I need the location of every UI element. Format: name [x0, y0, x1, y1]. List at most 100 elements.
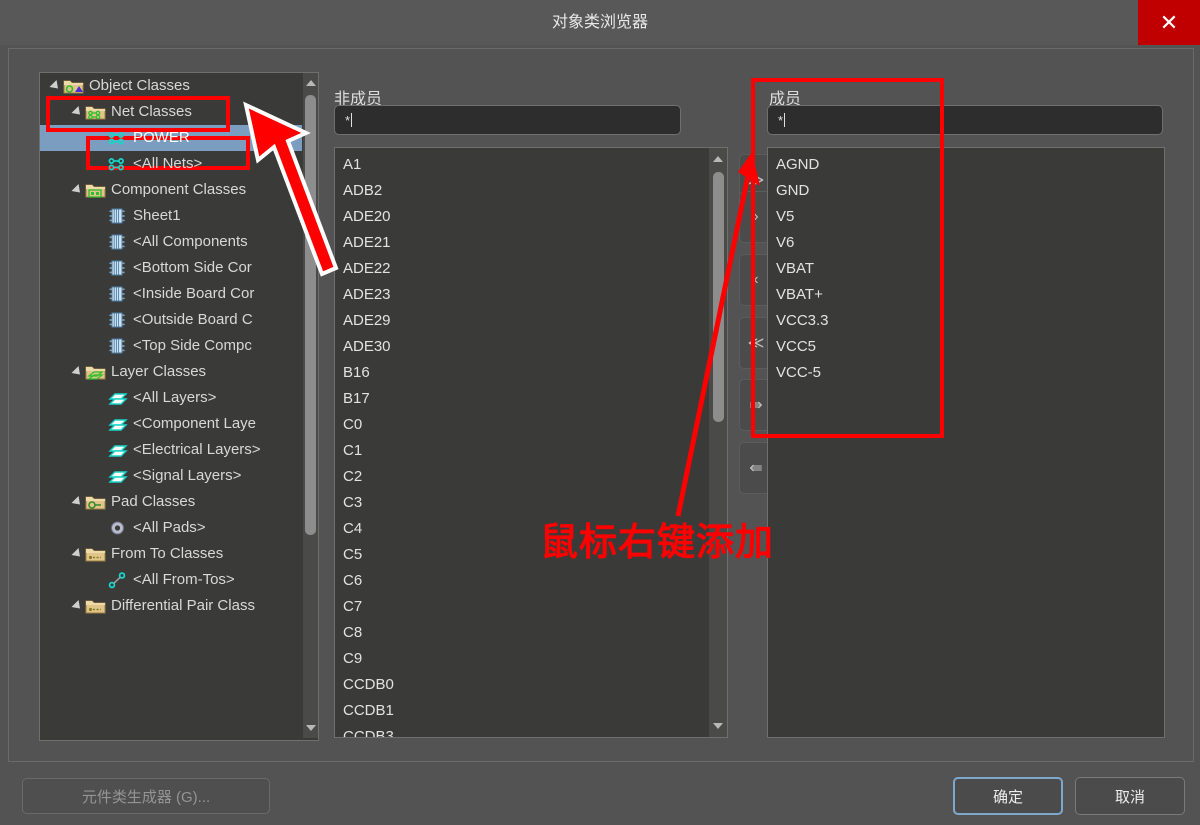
object-class-tree[interactable]: Object Classes Net Classes POWER <All Nets>…	[39, 72, 319, 741]
non-member-list-item[interactable]: B17	[335, 386, 727, 412]
tree-node-label: From To Classes	[111, 545, 224, 562]
tree-node-power[interactable]: POWER	[40, 125, 302, 151]
tree-expander-icon[interactable]	[48, 73, 62, 99]
tree-node-all-from-tos[interactable]: <All From-Tos>	[40, 567, 302, 593]
tree-node-component-laye[interactable]: <Component Laye	[40, 411, 302, 437]
tree-node-object-classes[interactable]: Object Classes	[40, 73, 302, 99]
tree-scrollbar[interactable]	[303, 73, 318, 738]
tree-expander-spacer	[92, 333, 106, 359]
member-list-item[interactable]: V5	[768, 204, 1164, 230]
non-member-list-item[interactable]: ADE30	[335, 334, 727, 360]
member-list-item[interactable]: GND	[768, 178, 1164, 204]
layer-icon	[106, 440, 128, 460]
member-list-item[interactable]: VBAT	[768, 256, 1164, 282]
non-members-scrollbar-thumb[interactable]	[713, 172, 724, 422]
non-member-list-item[interactable]: ADE21	[335, 230, 727, 256]
members-list[interactable]: AGND GND V5 V6 VBAT VBAT+ VCC3.3 VCC5 VCC-5	[767, 147, 1165, 738]
tree-node-label: <Electrical Layers>	[133, 441, 261, 458]
component-icon	[106, 232, 128, 252]
non-member-list-item[interactable]: C0	[335, 412, 727, 438]
tree-node-differential-pair-class[interactable]: Differential Pair Class	[40, 593, 302, 619]
non-member-list-item[interactable]: ADE29	[335, 308, 727, 334]
non-member-list-item[interactable]: ADB2	[335, 178, 727, 204]
tree-node-top-side-compc[interactable]: <Top Side Compc	[40, 333, 302, 359]
object-class-browser-dialog: 对象类浏览器 ✕ Object Classes Net Classes POWER <…	[0, 0, 1200, 825]
non-member-list-item[interactable]: C5	[335, 542, 727, 568]
non-member-list-item[interactable]: C1	[335, 438, 727, 464]
tree-node-sheet1[interactable]: Sheet1	[40, 203, 302, 229]
close-icon[interactable]: ✕	[1138, 0, 1200, 45]
non-member-list-item[interactable]: A1	[335, 152, 727, 178]
non-members-scroll-down-icon[interactable]	[709, 717, 727, 735]
members-filter-input[interactable]: *	[767, 105, 1163, 135]
tree-node-all-nets[interactable]: <All Nets>	[40, 151, 302, 177]
non-member-list-item[interactable]: CCDB0	[335, 672, 727, 698]
non-member-list-item[interactable]: CCDB3	[335, 724, 727, 737]
component-icon	[106, 258, 128, 278]
non-members-filter-input[interactable]: *	[334, 105, 681, 135]
non-member-list-item[interactable]: ADE22	[335, 256, 727, 282]
non-member-list-item[interactable]: C4	[335, 516, 727, 542]
tree-node-pad-classes[interactable]: Pad Classes	[40, 489, 302, 515]
non-member-list-item[interactable]: C3	[335, 490, 727, 516]
folder-diffpair-classes-icon	[84, 596, 106, 616]
non-member-list-item[interactable]: B16	[335, 360, 727, 386]
non-member-list-item[interactable]: ADE23	[335, 282, 727, 308]
net-icon	[106, 154, 128, 174]
tree-node-bottom-side-cor[interactable]: <Bottom Side Cor	[40, 255, 302, 281]
non-member-list-item[interactable]: CCDB1	[335, 698, 727, 724]
component-class-generator-button[interactable]: 元件类生成器 (G)...	[22, 778, 270, 814]
member-list-item[interactable]: VCC3.3	[768, 308, 1164, 334]
tree-node-layer-classes[interactable]: Layer Classes	[40, 359, 302, 385]
tree-scrollbar-thumb[interactable]	[305, 95, 316, 535]
tree-node-electrical-layers[interactable]: <Electrical Layers>	[40, 437, 302, 463]
member-list-item[interactable]: VCC5	[768, 334, 1164, 360]
tree-node-all-components[interactable]: <All Components	[40, 229, 302, 255]
tree-node-signal-layers[interactable]: <Signal Layers>	[40, 463, 302, 489]
tree-scroll-down-icon[interactable]	[303, 720, 318, 736]
tree-node-inside-board-cor[interactable]: <Inside Board Cor	[40, 281, 302, 307]
tree-node-all-layers[interactable]: <All Layers>	[40, 385, 302, 411]
tree-scroll-up-icon[interactable]	[303, 75, 318, 91]
non-member-list-item[interactable]: ADE20	[335, 204, 727, 230]
tree-node-label: <Outside Board C	[133, 311, 253, 328]
member-list-item[interactable]: AGND	[768, 152, 1164, 178]
non-member-list-item[interactable]: C6	[335, 568, 727, 594]
non-member-list-item[interactable]: C7	[335, 594, 727, 620]
non-member-list-item[interactable]: C2	[335, 464, 727, 490]
tree-node-all-pads[interactable]: <All Pads>	[40, 515, 302, 541]
non-members-list[interactable]: A1 ADB2 ADE20 ADE21 ADE22 ADE23 ADE29 ADE30 B16 B…	[334, 147, 728, 738]
cancel-button[interactable]: 取消	[1075, 777, 1185, 815]
non-member-list-item[interactable]: C8	[335, 620, 727, 646]
tree-node-from-to-classes[interactable]: From To Classes	[40, 541, 302, 567]
non-members-scroll-up-icon[interactable]	[709, 150, 727, 168]
non-member-list-item[interactable]: C9	[335, 646, 727, 672]
non-members-scrollbar[interactable]	[709, 148, 727, 737]
tree-node-label: <All From-Tos>	[133, 571, 235, 588]
member-list-item[interactable]: V6	[768, 230, 1164, 256]
tree-expander-icon[interactable]	[70, 541, 84, 567]
component-icon	[106, 310, 128, 330]
tree-expander-icon[interactable]	[70, 593, 84, 619]
ok-button[interactable]: 确定	[953, 777, 1063, 815]
tree-node-outside-board-c[interactable]: <Outside Board C	[40, 307, 302, 333]
tree-expander-icon[interactable]	[70, 177, 84, 203]
layer-icon	[106, 414, 128, 434]
layer-icon	[106, 466, 128, 486]
member-list-item[interactable]: VCC-5	[768, 360, 1164, 386]
tree-expander-icon[interactable]	[70, 489, 84, 515]
tree-node-net-classes[interactable]: Net Classes	[40, 99, 302, 125]
folder-object-classes-icon	[62, 76, 84, 96]
tree-expander-spacer	[92, 411, 106, 437]
member-list-item[interactable]: VBAT+	[768, 282, 1164, 308]
tree-expander-icon[interactable]	[70, 99, 84, 125]
tree-expander-spacer	[92, 203, 106, 229]
tree-node-label: Sheet1	[133, 207, 181, 224]
folder-fromto-classes-icon	[84, 544, 106, 564]
tree-expander-spacer	[92, 463, 106, 489]
tree-expander-spacer	[92, 437, 106, 463]
tree-node-label: Pad Classes	[111, 493, 196, 510]
component-icon	[106, 336, 128, 356]
tree-node-component-classes[interactable]: Component Classes	[40, 177, 302, 203]
tree-expander-icon[interactable]	[70, 359, 84, 385]
